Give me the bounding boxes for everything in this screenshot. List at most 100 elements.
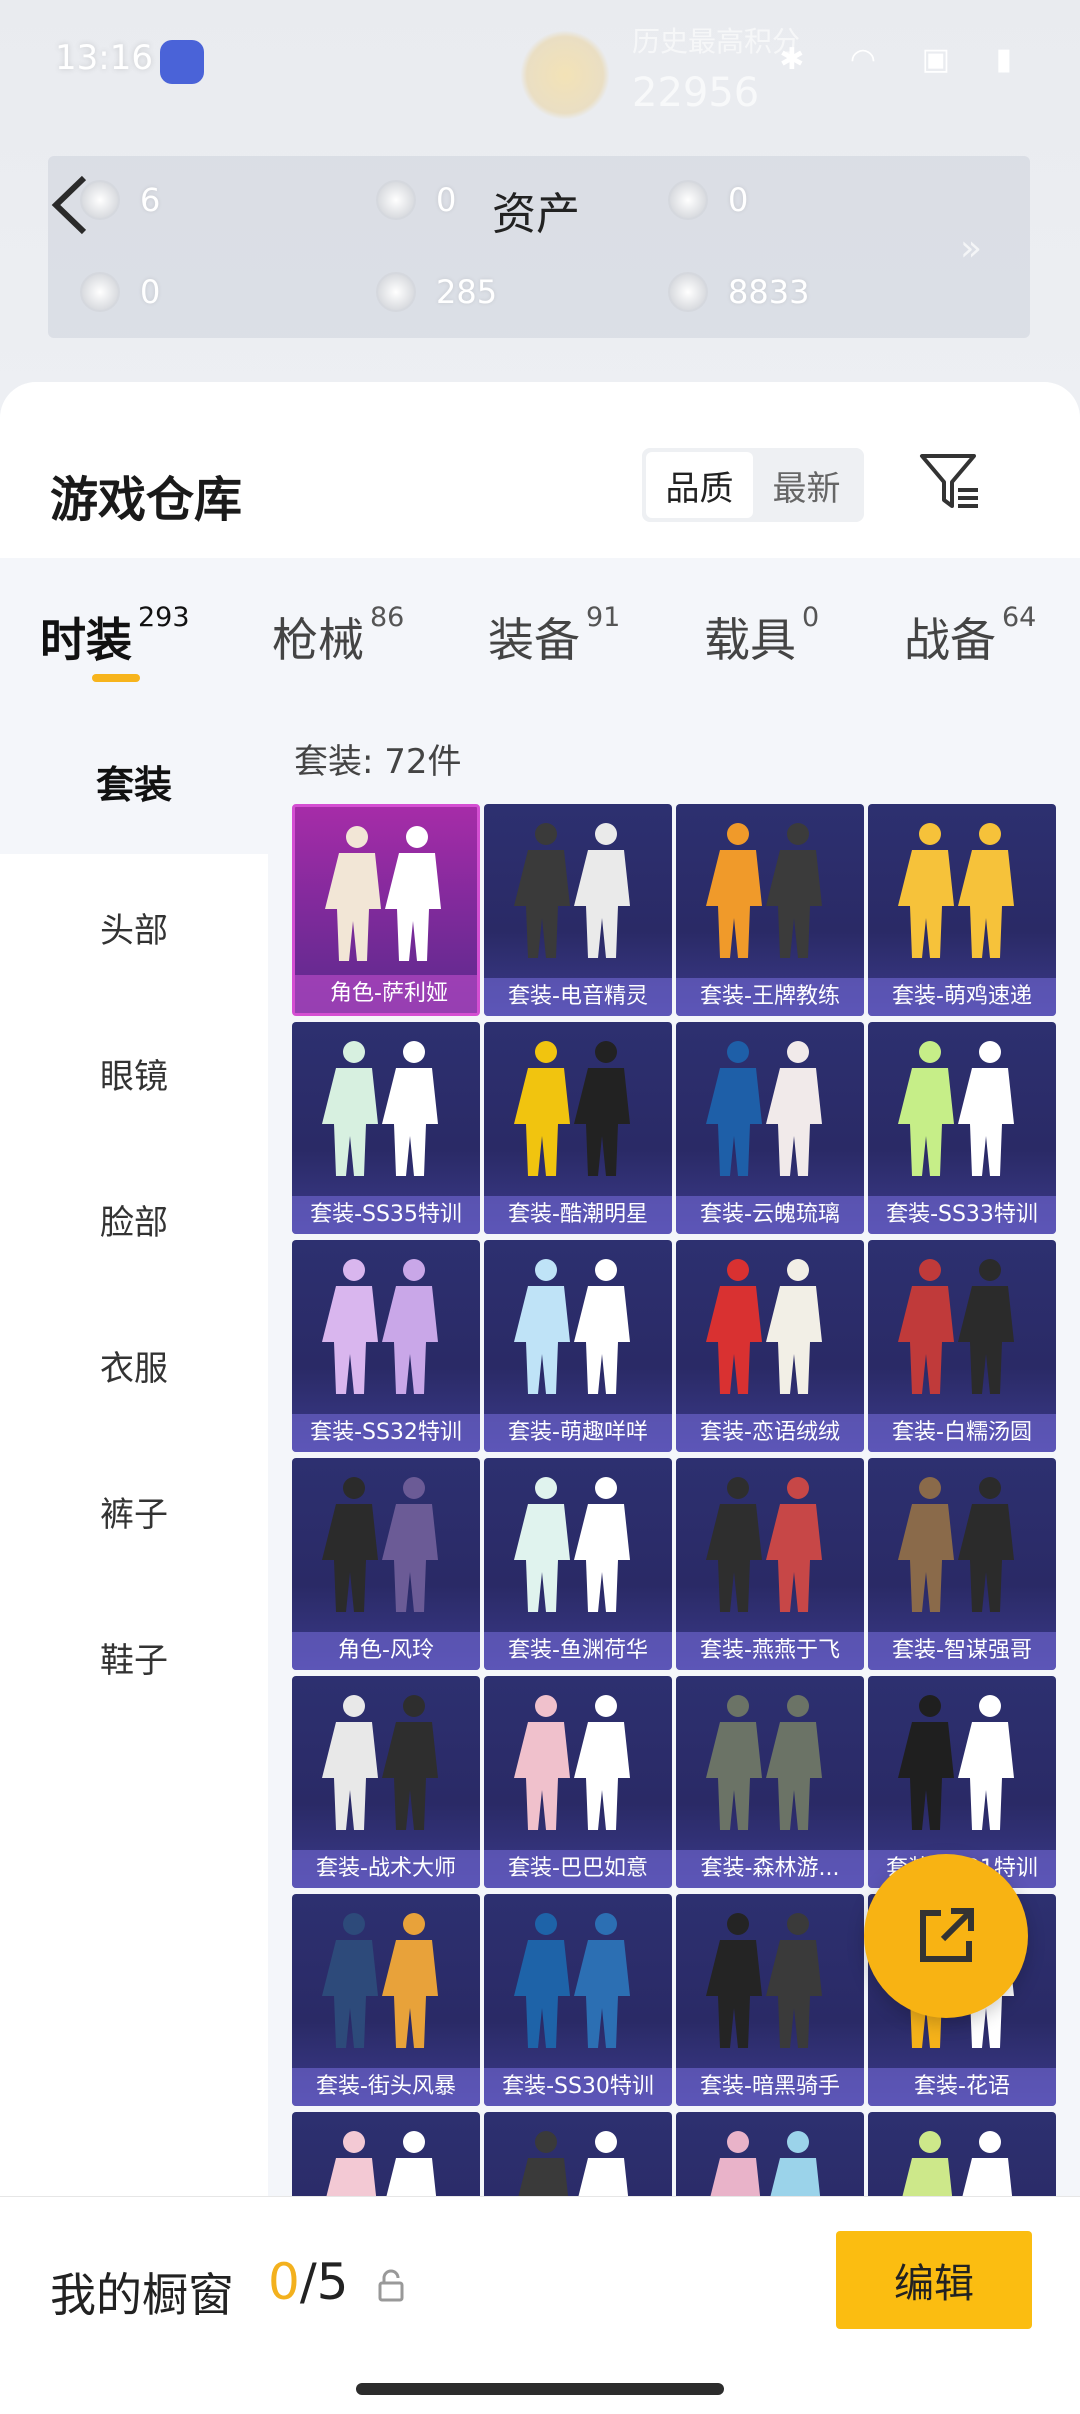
outfit-image: [514, 1477, 630, 1612]
outfit-card[interactable]: 套装-战术大师: [292, 1676, 480, 1888]
category-tabs: 时装 293 枪械 86 装备 91 载具 0 战备 64: [0, 558, 1080, 708]
outfit-image: [322, 1041, 438, 1176]
outfit-label: 角色-风玲: [292, 1632, 480, 1670]
asset-item: 0: [376, 180, 456, 220]
outfit-label: 套装-智谋强哥: [868, 1632, 1056, 1670]
outfit-card[interactable]: 角色-萨利娅: [292, 804, 480, 1016]
outfit-image: [514, 1041, 630, 1176]
share-button[interactable]: [864, 1854, 1028, 2018]
outfit-card[interactable]: 套装-云魄琉璃: [676, 1022, 864, 1234]
showcase-count: 0/5: [268, 2253, 349, 2311]
side-item-clothes[interactable]: 衣服: [0, 1292, 268, 1438]
outfit-label: 套装-萌趣咩咩: [484, 1414, 672, 1452]
outfit-image: [322, 1259, 438, 1394]
tab-guns[interactable]: 枪械 86: [272, 602, 404, 670]
outfit-image: [322, 1695, 438, 1830]
outfit-image: [706, 1041, 822, 1176]
outfit-label: 套装-酷潮明星: [484, 1196, 672, 1234]
outfit-image: [706, 1913, 822, 2048]
outfit-card[interactable]: 套装-白糯汤圆: [868, 1240, 1056, 1452]
asset-item: 8833: [668, 272, 809, 312]
tab-supplies[interactable]: 战备 64: [904, 602, 1036, 670]
status-icons: ✱ ◠ ▣ ▮: [779, 42, 1030, 77]
outfit-label: 套装-森林游...: [676, 1850, 864, 1888]
outfit-card[interactable]: 套装-SS35特训: [292, 1022, 480, 1234]
currency-icon: [376, 180, 416, 220]
outfit-card[interactable]: 套装-SS32特训: [292, 1240, 480, 1452]
sort-quality-option[interactable]: 品质: [646, 452, 753, 518]
outfit-card[interactable]: 套装-恋语绒绒: [676, 1240, 864, 1452]
asset-item: 0: [668, 180, 748, 220]
item-grid: 角色-萨利娅 套装-电音精灵 套装-王牌教练 套装-萌鸡速递套装-SS35特训 套装-酷…: [292, 804, 1056, 2324]
warehouse-title: 游戏仓库: [50, 472, 243, 528]
outfit-card[interactable]: 套装-智谋强哥: [868, 1458, 1056, 1670]
outfit-image: [322, 1477, 438, 1612]
outfit-image: [706, 1259, 822, 1394]
outfit-image: [706, 1695, 822, 1830]
outfit-label: 套装-SS32特训: [292, 1414, 480, 1452]
tab-fashion[interactable]: 时装 293: [40, 602, 190, 670]
edit-button[interactable]: 编辑: [836, 2231, 1032, 2329]
outfit-card[interactable]: 套装-燕燕于飞: [676, 1458, 864, 1670]
outfit-card[interactable]: 套装-SS33特训: [868, 1022, 1056, 1234]
side-item-shoes[interactable]: 鞋子: [0, 1584, 268, 1730]
side-item-head[interactable]: 头部: [0, 854, 268, 1000]
outfit-label: 套装-战术大师: [292, 1850, 480, 1888]
outfit-label: 套装-电音精灵: [484, 978, 672, 1016]
tab-vehicles[interactable]: 载具 0: [704, 602, 819, 670]
showcase-label: 我的橱窗: [50, 2268, 234, 2322]
outfit-image: [325, 826, 441, 961]
currency-icon: [668, 180, 708, 220]
side-item-glasses[interactable]: 眼镜: [0, 1000, 268, 1146]
app-notification-icon: [160, 40, 204, 84]
share-icon: [920, 1908, 974, 1962]
lock-icon: [378, 2269, 404, 2302]
side-item-pants[interactable]: 裤子: [0, 1438, 268, 1584]
tab-equipment[interactable]: 装备 91: [488, 602, 620, 670]
asset-item: 285: [376, 272, 497, 312]
outfit-image: [898, 823, 1014, 958]
currency-icon: [80, 272, 120, 312]
outfit-card[interactable]: 套装-王牌教练: [676, 804, 864, 1016]
outfit-label: 套装-巴巴如意: [484, 1850, 672, 1888]
outfit-card[interactable]: 套装-萌趣咩咩: [484, 1240, 672, 1452]
warehouse-sheet: 游戏仓库 品质 最新 时装 293 枪械 86 装备 91 载具 0 战备 64…: [0, 382, 1080, 2414]
outfit-card[interactable]: 套装-萌鸡速递: [868, 804, 1056, 1016]
outfit-image: [706, 1477, 822, 1612]
outfit-card[interactable]: 套装-街头风暴: [292, 1894, 480, 2106]
outfit-card[interactable]: 套装-巴巴如意: [484, 1676, 672, 1888]
home-indicator: [356, 2383, 724, 2395]
assets-title: 资产: [492, 189, 580, 240]
grid-caption: 套装: 72件: [294, 742, 462, 782]
outfit-label: 套装-街头风暴: [292, 2068, 480, 2106]
outfit-image: [514, 1259, 630, 1394]
filter-icon[interactable]: [918, 450, 982, 514]
outfit-card[interactable]: 套装-电音精灵: [484, 804, 672, 1016]
showcase-bar: 我的橱窗 0/5 编辑: [0, 2196, 1080, 2414]
side-item-face[interactable]: 脸部: [0, 1146, 268, 1292]
outfit-card[interactable]: 套装-鱼渊荷华: [484, 1458, 672, 1670]
outfit-label: 套装-暗黑骑手: [676, 2068, 864, 2106]
outfit-card[interactable]: 套装-暗黑骑手: [676, 1894, 864, 2106]
outfit-card[interactable]: 套装-酷潮明星: [484, 1022, 672, 1234]
status-time: 13:16: [55, 38, 153, 78]
outfit-card[interactable]: 角色-风玲: [292, 1458, 480, 1670]
currency-icon: [376, 272, 416, 312]
outfit-card[interactable]: 套装-森林游...: [676, 1676, 864, 1888]
outfit-image: [898, 1259, 1014, 1394]
warehouse-header: 游戏仓库 品质 最新: [0, 382, 1080, 558]
asset-item: 0: [80, 272, 160, 312]
outfit-image: [514, 1913, 630, 2048]
outfit-label: 套装-SS33特训: [868, 1196, 1056, 1234]
outfit-image: [514, 823, 630, 958]
side-item-suits[interactable]: 套装: [0, 708, 268, 854]
currency-icon: [668, 272, 708, 312]
outfit-label: 套装-燕燕于飞: [676, 1632, 864, 1670]
outfit-label: 套装-云魄琉璃: [676, 1196, 864, 1234]
outfit-image: [514, 1695, 630, 1830]
sort-newest-option[interactable]: 最新: [753, 452, 860, 518]
outfit-card[interactable]: 套装-SS30特训: [484, 1894, 672, 2106]
outfit-label: 套装-鱼渊荷华: [484, 1632, 672, 1670]
outfit-image: [898, 1041, 1014, 1176]
assets-more-icon[interactable]: »: [960, 228, 982, 269]
